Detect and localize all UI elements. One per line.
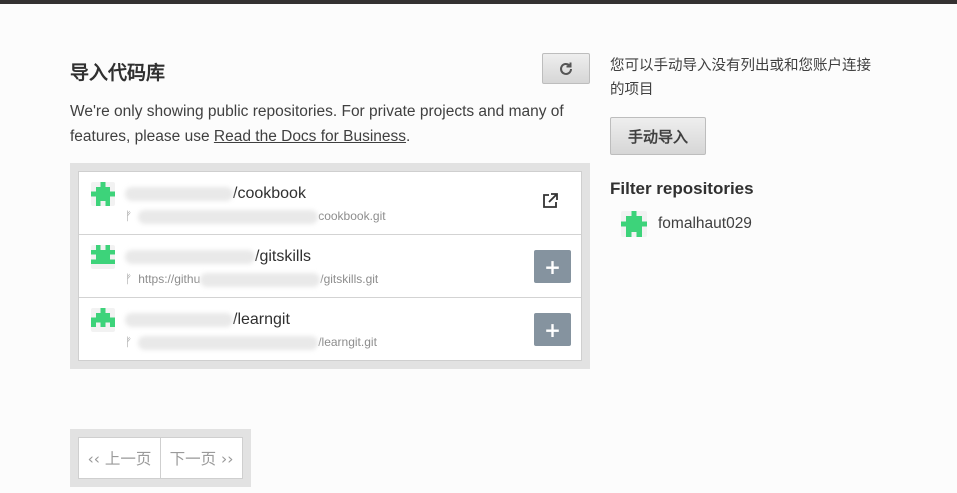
- repo-name[interactable]: /cookbook: [125, 185, 306, 203]
- identicon-icon: [91, 308, 115, 328]
- filter-title: Filter repositories: [610, 179, 754, 198]
- identicon-icon: [91, 182, 115, 206]
- branch-icon: ᚠ: [125, 209, 133, 223]
- identicon-icon: [91, 245, 115, 265]
- repo-list: /cookbook ᚠ cookbook.git /gitskills ᚠ ht…: [78, 171, 582, 361]
- redacted-url: [200, 272, 321, 287]
- list-item: /learngit ᚠ/learngit.git +: [79, 298, 581, 361]
- user-avatar: [621, 211, 647, 237]
- list-item: /gitskills ᚠ https://githu/gitskills.git …: [79, 235, 581, 298]
- notice-text-end: .: [406, 128, 411, 145]
- prev-page-button[interactable]: ‹‹ 上一页: [78, 437, 161, 479]
- repo-panel: /cookbook ᚠ cookbook.git /gitskills ᚠ ht…: [70, 163, 590, 369]
- public-repos-notice: We're only showing public repositories. …: [70, 99, 585, 149]
- identicon-icon: [621, 211, 647, 237]
- pagination: ‹‹ 上一页 下一页 ››: [70, 429, 251, 487]
- list-item: /cookbook ᚠ cookbook.git: [79, 172, 581, 235]
- redacted-owner: [125, 186, 233, 201]
- repo-avatar: [91, 245, 115, 269]
- redacted-owner: [125, 249, 255, 264]
- repo-name[interactable]: /learngit: [125, 311, 290, 329]
- refresh-icon: [560, 62, 572, 75]
- repo-url: ᚠ cookbook.git: [125, 209, 386, 224]
- external-link-icon: [543, 193, 558, 208]
- repo-avatar: [91, 182, 115, 206]
- manual-import-button[interactable]: 手动导入: [610, 117, 706, 155]
- top-bar: [0, 0, 957, 4]
- filter-user-item[interactable]: fomalhaut029: [621, 211, 752, 237]
- repo-url: ᚠ https://githu/gitskills.git: [125, 272, 379, 287]
- repo-url: ᚠ/learngit.git: [125, 335, 377, 350]
- branch-icon: ᚠ: [125, 335, 133, 349]
- redacted-url: [138, 335, 319, 350]
- add-repo-button[interactable]: +: [534, 250, 571, 283]
- repo-name[interactable]: /gitskills: [125, 248, 311, 266]
- business-link[interactable]: Read the Docs for Business: [214, 128, 406, 145]
- redacted-url: [138, 209, 319, 224]
- add-repo-button[interactable]: +: [534, 313, 571, 346]
- refresh-button[interactable]: [542, 53, 590, 84]
- external-link-button[interactable]: [541, 192, 561, 212]
- filter-user-label: fomalhaut029: [658, 215, 752, 232]
- page-title: 导入代码库: [70, 62, 166, 84]
- repo-avatar: [91, 308, 115, 332]
- manual-import-note: 您可以手动导入没有列出或和您账户连接的项目: [610, 58, 871, 98]
- next-page-button[interactable]: 下一页 ››: [161, 437, 243, 479]
- redacted-owner: [125, 312, 233, 327]
- branch-icon: ᚠ: [125, 272, 133, 286]
